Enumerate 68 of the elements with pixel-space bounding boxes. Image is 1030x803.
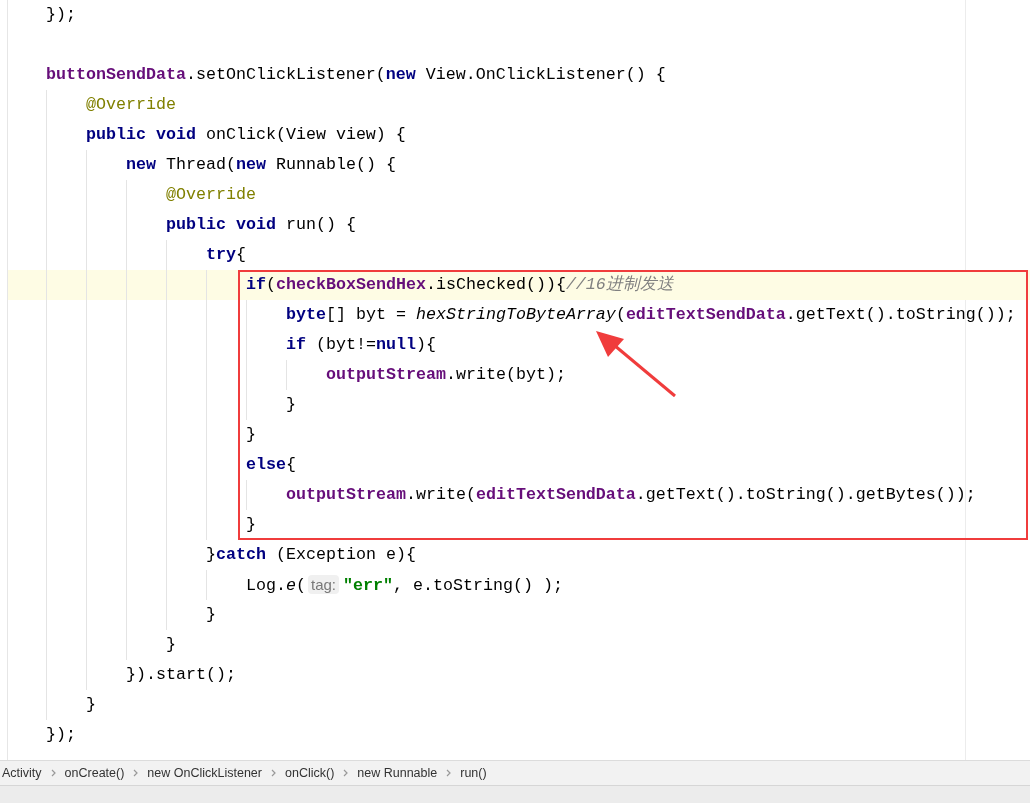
code-text: { — [236, 245, 246, 264]
code-keyword: new — [235, 155, 266, 174]
code-annotation: @Override — [86, 95, 176, 114]
code-text: (Exception e){ — [274, 545, 416, 564]
code-keyword: new — [126, 155, 156, 174]
code-text: .isChecked()){ — [425, 275, 566, 294]
code-keyword: if — [286, 335, 306, 354]
code-text: .setOnClickListener( — [185, 65, 386, 84]
code-keyword: try — [206, 245, 236, 264]
code-static-call: e — [286, 576, 296, 595]
code-text: View.OnClickListener() { — [424, 65, 666, 84]
code-text: .getText().toString()); — [785, 305, 1016, 324]
chevron-icon — [133, 769, 139, 778]
code-text: }).start(); — [126, 665, 236, 684]
chevron-icon — [271, 769, 276, 778]
code-text: (byt!= — [315, 335, 376, 354]
code-text: } — [206, 605, 216, 624]
chevron-icon — [50, 769, 56, 778]
code-keyword: new — [385, 65, 416, 84]
code-text: Thread( — [165, 155, 236, 174]
code-static-call: hexStringToByteArray — [415, 305, 616, 324]
code-text: run() { — [284, 215, 356, 234]
code-field: checkBoxSendHex — [276, 275, 426, 294]
code-text: } — [246, 515, 256, 534]
code-text: }); — [46, 725, 76, 744]
code-field: outputStream — [326, 365, 446, 384]
breadcrumb-item[interactable]: onCreate() — [64, 766, 125, 781]
code-text: } — [206, 545, 216, 564]
code-text: ){ — [415, 335, 436, 354]
code-field: buttonSendData — [46, 65, 186, 84]
code-keyword: catch — [216, 545, 266, 564]
breadcrumb-item[interactable]: onClick() — [285, 766, 335, 781]
code-text: } — [246, 425, 256, 444]
code-text: } — [166, 635, 176, 654]
code-text: .getText().toString().getBytes()); — [635, 485, 976, 504]
code-field: editTextSendData — [475, 485, 636, 504]
code-keyword: public void — [86, 125, 196, 144]
code-keyword: public void — [166, 215, 276, 234]
code-text: [] byt = — [326, 305, 407, 324]
chevron-icon — [343, 769, 349, 778]
code-text: ( — [296, 576, 306, 595]
code-text: { — [286, 455, 296, 474]
code-text: } — [86, 695, 96, 714]
breadcrumb-item[interactable]: Activity — [2, 766, 42, 781]
code-text: Log. — [246, 576, 286, 595]
code-text: Runnable() { — [274, 155, 396, 174]
code-text: .write( — [405, 485, 476, 504]
code-annotation: @Override — [166, 185, 256, 204]
code-text: onClick(View view) { — [204, 125, 406, 144]
code-text: ( — [266, 275, 276, 294]
code-text: ( — [615, 305, 626, 324]
code-text: }); — [46, 5, 76, 24]
parameter-hint: tag: — [308, 575, 339, 594]
code-field: editTextSendData — [625, 305, 786, 324]
code-text: , e.toString() ); — [393, 576, 563, 595]
code-string: "err" — [343, 576, 393, 595]
chevron-icon — [446, 769, 452, 778]
code-keyword: byte — [286, 305, 326, 324]
breadcrumb-item[interactable]: new Runnable — [357, 766, 438, 781]
code-field: outputStream — [286, 485, 406, 504]
code-keyword: null — [375, 335, 416, 354]
code-keyword: else — [246, 455, 286, 474]
code-text: .write(byt); — [445, 365, 566, 384]
breadcrumb-item[interactable]: new OnClickListener — [147, 766, 262, 781]
breadcrumb-item[interactable]: run() — [460, 766, 487, 781]
code-text: } — [286, 395, 296, 414]
code-keyword: if — [246, 275, 266, 294]
code-comment: //16进制发送 — [565, 275, 674, 294]
